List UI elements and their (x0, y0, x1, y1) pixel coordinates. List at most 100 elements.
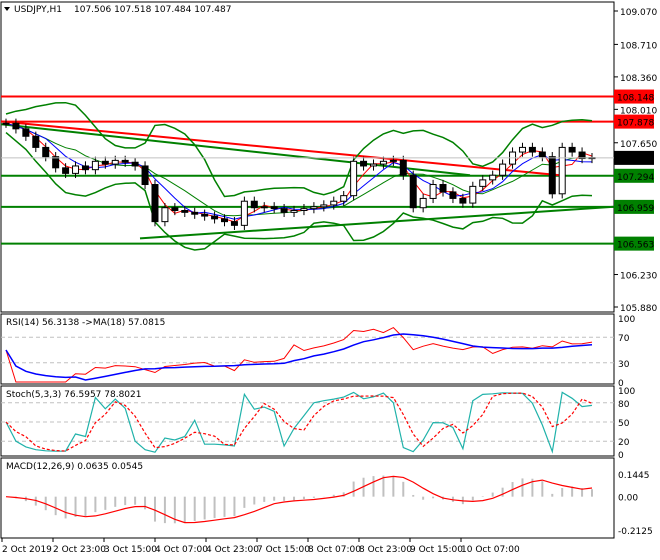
candle-body (340, 195, 348, 202)
candle-body (62, 167, 70, 174)
candle-body (171, 207, 179, 211)
candle-body (141, 165, 149, 186)
candle-body (310, 206, 318, 210)
candle-body (131, 161, 139, 167)
candle-body (429, 184, 437, 199)
candle-body (300, 208, 308, 211)
macd-tick-label: -0.2125 (618, 527, 653, 537)
candle-body (379, 160, 387, 165)
candle-body (469, 185, 477, 204)
candle-body (389, 159, 397, 162)
candle-body (558, 146, 566, 195)
stoch-label: Stoch(5,3,3) 76.5957 78.8021 (6, 390, 141, 400)
candle-body (280, 208, 288, 213)
candle-body (201, 213, 209, 217)
candle-body (528, 146, 536, 153)
price-tick-label: 108.710 (620, 41, 657, 51)
candle-body (211, 215, 219, 220)
candle-body (568, 146, 576, 153)
level-label: 107.878 (617, 119, 654, 129)
candle-body (250, 200, 258, 209)
rsi-tick-label: 30 (618, 360, 630, 370)
candle-body (369, 163, 377, 167)
macd-tick-label: 0.1445 (618, 471, 650, 481)
macd-label: MACD(12,26,9) 0.0635 0.0545 (6, 462, 143, 472)
candle-body (350, 160, 358, 197)
candle-body (320, 204, 328, 208)
collapse-triangle-icon (4, 7, 10, 11)
time-label: 9 Oct 15:00 (410, 545, 463, 555)
price-tick-label: 105.880 (620, 304, 657, 314)
candle-body (32, 135, 40, 148)
candle-body (221, 218, 229, 223)
candle-body (330, 200, 338, 206)
level-label: 108.148 (617, 94, 654, 104)
candle-body (360, 160, 368, 167)
candle-body (121, 159, 129, 163)
candle-body (151, 184, 159, 223)
rsi-tick-label: 100 (618, 315, 635, 325)
time-label: 10 Oct 07:00 (461, 545, 520, 555)
time-label: 7 Oct 15:00 (257, 545, 310, 555)
ohlc-values: 107.506 107.518 107.484 107.487 (74, 5, 231, 15)
time-label: 2 Oct 23:00 (53, 545, 106, 555)
rsi-tick-label: 70 (618, 334, 630, 344)
time-label: 8 Oct 23:00 (359, 545, 412, 555)
candle-body (191, 211, 199, 215)
candle-body (81, 165, 89, 171)
candle-body (439, 184, 447, 193)
candle-body (499, 163, 507, 176)
chart-window: 108.148 107.878 107.294 106.959 106.563 107.4… (0, 0, 660, 560)
stoch-tick-label: 100 (618, 387, 635, 397)
price-tick-label: 108.360 (620, 74, 657, 84)
stoch-tick-label: 50 (618, 419, 630, 429)
candle-body (12, 122, 20, 130)
candle-body (479, 179, 487, 187)
rsi-label: RSI(14) 56.3138 ->MA(18) 57.0815 (6, 318, 165, 328)
chart-canvas[interactable]: 108.148 107.878 107.294 106.959 106.563 107.4… (0, 0, 660, 560)
candle-body (409, 174, 417, 209)
rsi-line (5, 326, 593, 383)
macd-tick-label: 0.00 (618, 494, 638, 504)
price-tick-label: 106.230 (620, 272, 657, 282)
candle-body (548, 156, 556, 195)
candle-body (240, 200, 248, 226)
candle-body (72, 165, 80, 174)
level-label: 106.563 (617, 241, 654, 251)
stoch-tick-label: 20 (618, 438, 630, 448)
candle-body (260, 206, 268, 209)
macd-signal-line (5, 475, 593, 524)
time-label: 4 Oct 07:00 (155, 545, 208, 555)
candle-body (489, 174, 497, 181)
price-tick-label: 109.070 (620, 8, 657, 18)
candle-body (111, 159, 119, 165)
candle-body (290, 209, 298, 213)
candle-body (101, 160, 109, 165)
candle-body (2, 122, 10, 125)
candle-body (538, 151, 546, 158)
price-tick-label: 107.650 (620, 140, 657, 150)
trend-line-support (139, 205, 615, 240)
candle-body (161, 207, 169, 223)
symbol-label: USDJPY,H1 (14, 5, 62, 15)
candle-body (449, 191, 457, 199)
time-label: 8 Oct 07:00 (308, 545, 361, 555)
candle-body (22, 128, 30, 137)
candle-body (91, 160, 99, 171)
time-label: 3 Oct 15:00 (104, 545, 157, 555)
level-label: 107.294 (617, 173, 654, 183)
time-label: 4 Oct 23:00 (206, 545, 259, 555)
level-label: 106.959 (617, 204, 654, 214)
candle-body (518, 146, 526, 153)
candle-body (42, 146, 50, 158)
candle-body (459, 197, 467, 204)
candle-body (270, 206, 278, 210)
candle-body (399, 159, 407, 176)
candle-body (419, 197, 427, 209)
time-label: 2 Oct 2019 (2, 545, 52, 555)
stoch-tick-label: 0 (618, 451, 624, 461)
candle-body (230, 221, 238, 226)
current-price-label: 107.487 (617, 155, 654, 165)
stoch-tick-label: 80 (618, 400, 630, 410)
candle-body (181, 209, 189, 213)
